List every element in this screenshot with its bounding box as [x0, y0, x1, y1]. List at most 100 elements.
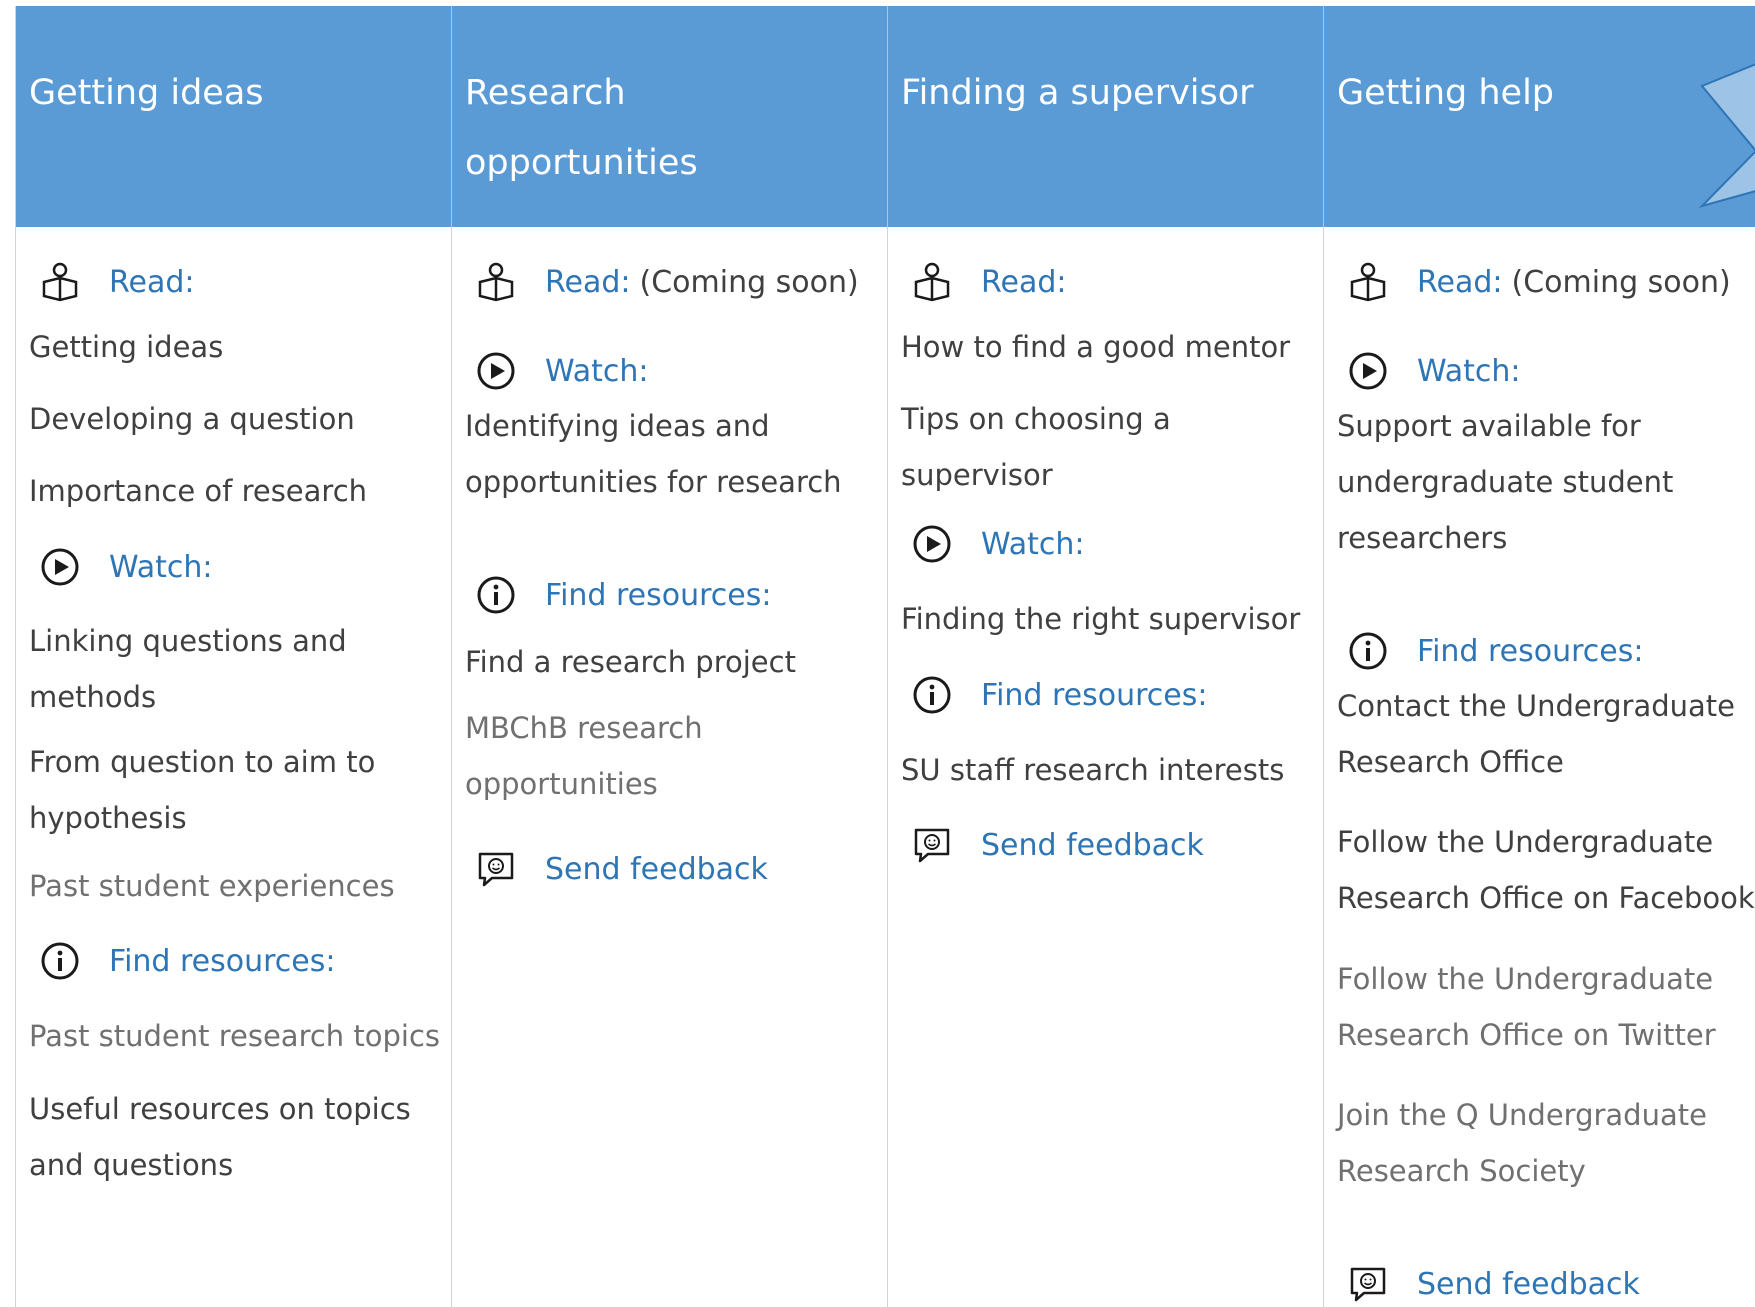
watch-link[interactable]: Watch:	[981, 527, 1085, 562]
column-research-opportunities: Read: (Coming soon) Watch: Identifying i…	[452, 227, 888, 1307]
list-item-past-student-topics[interactable]: Past student research topics	[29, 1008, 440, 1064]
item-line: Useful resources on topics	[29, 1092, 411, 1126]
item-line: Past student experiences	[29, 869, 395, 903]
feedback-icon	[474, 847, 518, 891]
column-getting-ideas: Read: Getting ideas Developing a questio…	[16, 227, 452, 1307]
find-resources-link[interactable]: Find resources:	[981, 678, 1208, 713]
list-item-uro-facebook[interactable]: Follow the Undergraduate Research Office …	[1337, 814, 1755, 926]
info-circle-icon	[38, 939, 82, 983]
item-line: opportunities for research	[465, 465, 842, 499]
list-item-importance-of-research[interactable]: Importance of research	[29, 463, 367, 519]
coming-soon-note: (Coming soon)	[1511, 264, 1731, 300]
item-line: Finding the right supervisor	[901, 602, 1301, 636]
item-line: Importance of research	[29, 474, 368, 508]
list-item-su-staff-interests[interactable]: SU staff research interests	[901, 742, 1284, 798]
item-line: Research Office on Facebook	[1337, 881, 1755, 915]
find-resources-link[interactable]: Find resources:	[109, 944, 336, 979]
read-link[interactable]: Read:	[109, 265, 195, 300]
info-circle-icon	[474, 573, 518, 617]
item-line: How to find a good mentor	[901, 330, 1291, 364]
info-circle-icon	[910, 673, 954, 717]
play-circle-icon	[474, 349, 518, 393]
item-line: Contact the Undergraduate	[1337, 689, 1735, 723]
read-label-row: Read:	[910, 257, 1067, 307]
header-line: Finding a supervisor	[901, 73, 1254, 113]
find-resources-label-row: Find resources:	[474, 570, 772, 620]
list-item-q-society[interactable]: Join the Q Undergraduate Research Society	[1337, 1087, 1707, 1199]
watch-link[interactable]: Watch:	[545, 354, 649, 389]
header-finding-a-supervisor: Finding a supervisor	[888, 6, 1324, 227]
read-link[interactable]: Read:	[1417, 265, 1503, 300]
list-item-developing-a-question[interactable]: Developing a question	[29, 391, 355, 447]
item-line: and questions	[29, 1148, 234, 1182]
list-item-mbchb-opportunities[interactable]: MBChB research opportunities	[465, 700, 703, 812]
play-circle-icon	[1346, 349, 1390, 393]
send-feedback-row: Send feedback	[1346, 1259, 1640, 1307]
item-line: SU staff research interests	[901, 753, 1285, 787]
send-feedback-link[interactable]: Send feedback	[981, 828, 1204, 863]
list-item-finding-right-supervisor[interactable]: Finding the right supervisor	[901, 591, 1300, 647]
find-resources-label-row: Find resources:	[910, 670, 1208, 720]
list-item-linking-questions[interactable]: Linking questions and methods	[29, 613, 347, 725]
list-item-support-available[interactable]: Support available for undergraduate stude…	[1337, 398, 1673, 566]
list-item-identifying-ideas[interactable]: Identifying ideas and opportunities for r…	[465, 398, 842, 510]
item-line: Developing a question	[29, 402, 355, 436]
column-finding-a-supervisor: Read: How to find a good mentor Tips on …	[888, 227, 1324, 1307]
send-feedback-link[interactable]: Send feedback	[1417, 1267, 1640, 1302]
item-line: Research Office on Twitter	[1337, 1018, 1716, 1052]
list-item-find-research-project[interactable]: Find a research project	[465, 634, 796, 690]
item-line: undergraduate student	[1337, 465, 1674, 499]
header-getting-help: Getting help	[1324, 6, 1755, 227]
read-link[interactable]: Read:	[545, 265, 631, 300]
watch-label-row: Watch:	[1346, 346, 1521, 396]
book-reader-icon	[1346, 260, 1390, 304]
find-resources-label-row: Find resources:	[38, 936, 336, 986]
play-circle-icon	[38, 545, 82, 589]
list-item-past-student-experiences[interactable]: Past student experiences	[29, 858, 395, 914]
list-item-tips-choosing-supervisor[interactable]: Tips on choosing a supervisor	[901, 391, 1171, 503]
item-line: From question to aim to	[29, 745, 376, 779]
list-item-question-to-hypothesis[interactable]: From question to aim to hypothesis	[29, 734, 375, 846]
item-line: Research Society	[1337, 1154, 1586, 1188]
header-line: Research	[465, 73, 626, 113]
send-feedback-link[interactable]: Send feedback	[545, 852, 768, 887]
read-label-row: Read:	[38, 257, 195, 307]
header-row: Getting ideas Research opportunities Fin…	[16, 6, 1755, 227]
book-reader-icon	[910, 260, 954, 304]
header-research-opportunities: Research opportunities	[452, 6, 888, 227]
find-resources-label-row: Find resources:	[1346, 626, 1644, 676]
feedback-icon	[1346, 1262, 1390, 1306]
item-line: opportunities	[465, 767, 658, 801]
item-line: Follow the Undergraduate	[1337, 825, 1714, 859]
watch-label-row: Watch:	[474, 346, 649, 396]
list-item-contact-uro[interactable]: Contact the Undergraduate Research Office	[1337, 678, 1735, 790]
item-line: methods	[29, 680, 157, 714]
read-link[interactable]: Read:	[981, 265, 1067, 300]
send-feedback-row: Send feedback	[910, 820, 1204, 870]
find-resources-link[interactable]: Find resources:	[545, 578, 772, 613]
find-resources-link[interactable]: Find resources:	[1417, 634, 1644, 669]
play-circle-icon	[910, 522, 954, 566]
resource-table: Getting ideas Research opportunities Fin…	[15, 6, 1755, 1307]
info-circle-icon	[1346, 629, 1390, 673]
watch-link[interactable]: Watch:	[109, 550, 213, 585]
item-line: Linking questions and	[29, 624, 347, 658]
item-line: Identifying ideas and	[465, 409, 770, 443]
item-line: supervisor	[901, 458, 1053, 492]
header-line: opportunities	[465, 143, 698, 183]
header-line: Getting ideas	[29, 73, 264, 113]
list-item-find-good-mentor[interactable]: How to find a good mentor	[901, 319, 1290, 375]
list-item-useful-resources[interactable]: Useful resources on topics and questions	[29, 1081, 411, 1193]
coming-soon-note: (Coming soon)	[639, 264, 859, 300]
item-line: Support available for	[1337, 409, 1641, 443]
item-line: Follow the Undergraduate	[1337, 962, 1714, 996]
item-line: researchers	[1337, 521, 1508, 555]
read-label-row: Read: (Coming soon)	[1346, 257, 1731, 307]
book-reader-icon	[38, 260, 82, 304]
watch-link[interactable]: Watch:	[1417, 354, 1521, 389]
header-line: Getting help	[1337, 73, 1555, 113]
item-line: Getting ideas	[29, 330, 224, 364]
list-item-getting-ideas[interactable]: Getting ideas	[29, 319, 223, 375]
next-arrow-icon[interactable]	[1694, 6, 1755, 227]
list-item-uro-twitter[interactable]: Follow the Undergraduate Research Office …	[1337, 951, 1716, 1063]
